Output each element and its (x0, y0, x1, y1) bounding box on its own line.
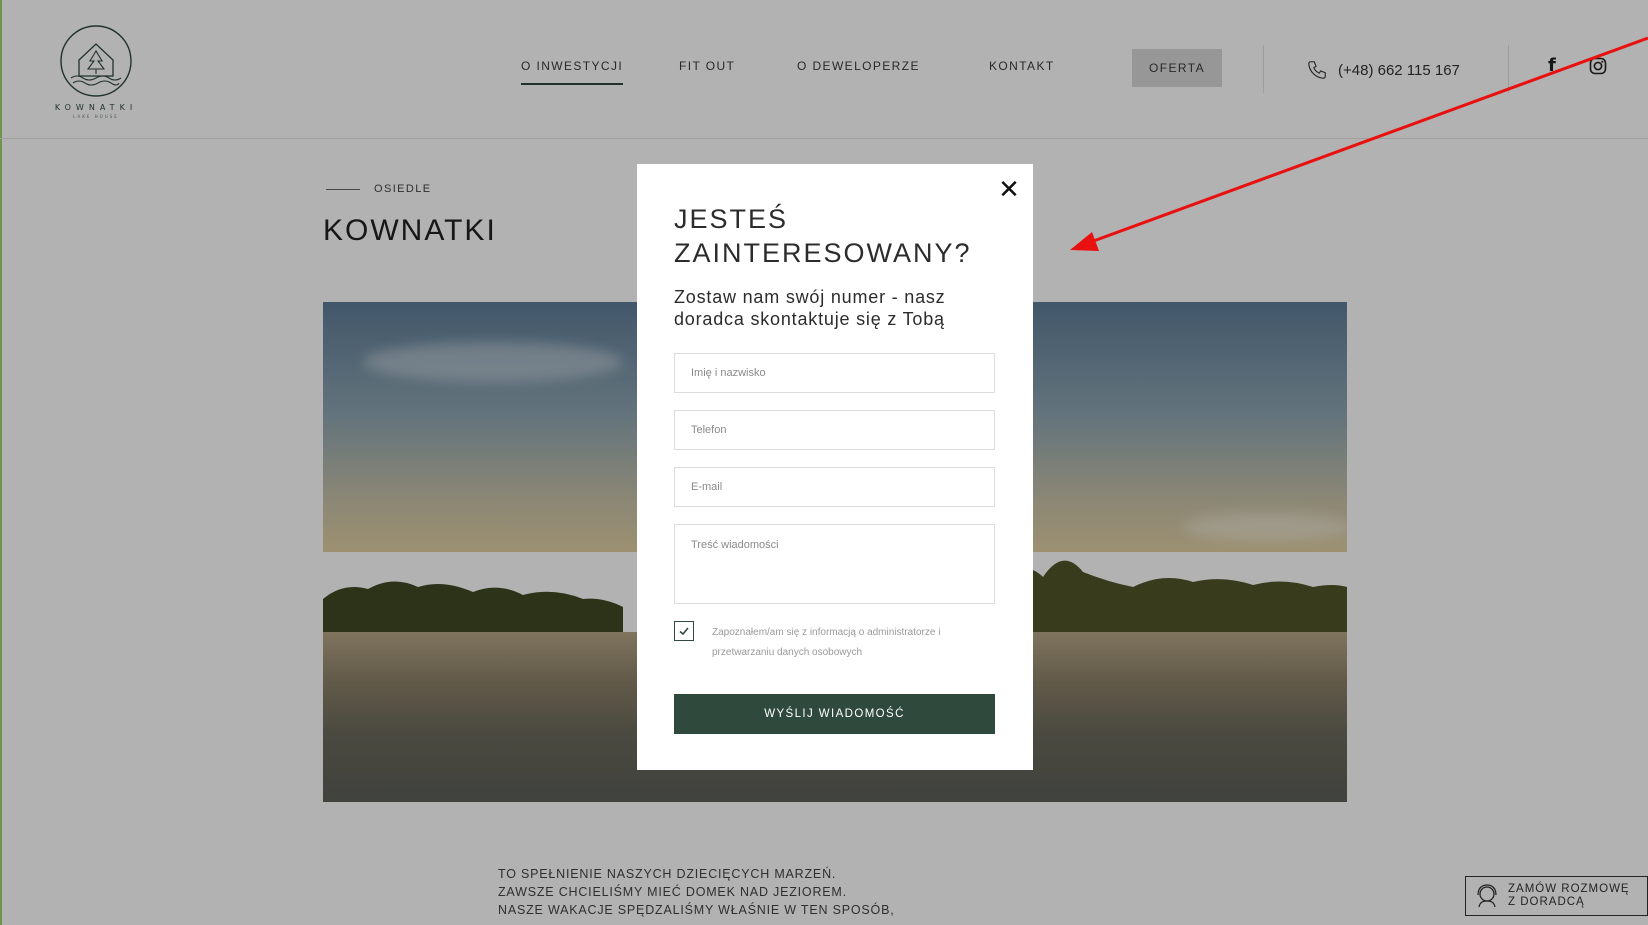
check-icon (679, 627, 689, 636)
modal-subtitle: Zostaw nam swój numer - nasz doradca sko… (674, 287, 946, 329)
close-icon[interactable]: ✕ (995, 175, 1023, 205)
modal-title: JESTEŚ ZAINTERESOWANY? (674, 204, 972, 268)
send-message-button[interactable]: WYŚLIJ WIADOMOŚĆ (674, 694, 995, 734)
phone-input[interactable] (674, 410, 995, 450)
consent-checkbox[interactable] (674, 621, 694, 641)
message-textarea[interactable] (674, 524, 995, 604)
name-input[interactable] (674, 353, 995, 393)
contact-modal: ✕ JESTEŚ ZAINTERESOWANY? Zostaw nam swój… (637, 164, 1033, 770)
consent-text: Zapoznałem/am się z informacją o adminis… (712, 627, 941, 658)
email-input[interactable] (674, 467, 995, 507)
